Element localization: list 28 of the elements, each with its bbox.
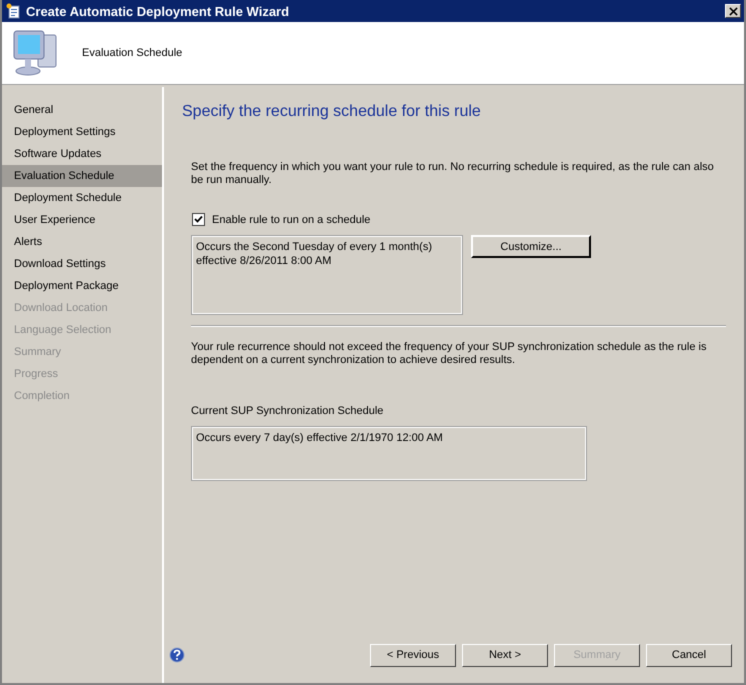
checkbox[interactable] [192, 213, 205, 226]
sup-schedule-text: Occurs every 7 day(s) effective 2/1/1970 12:00 AM [196, 432, 443, 444]
sidebar-item[interactable]: Software Updates [2, 143, 162, 165]
sup-label: Current SUP Synchronization Schedule [191, 405, 384, 417]
wizard-icon [6, 3, 22, 19]
sidebar-item[interactable]: User Experience [2, 209, 162, 231]
sidebar-item[interactable]: Evaluation Schedule [2, 165, 162, 187]
close-icon [728, 6, 738, 16]
sidebar-item[interactable]: General [2, 99, 162, 121]
wizard-button[interactable]: < Previous [370, 644, 456, 666]
sidebar-item[interactable]: Deployment Package [2, 275, 162, 297]
page-title: Evaluation Schedule [82, 47, 182, 59]
description-text: Set the frequency in which you want your rule to run. No recurring schedule is required, as the rule can also be run manually. [191, 161, 715, 187]
page-heading: Specify the recurring schedule for this rule [182, 103, 482, 121]
schedule-text: effective 8/26/2011 8:00 AM [196, 254, 332, 268]
wizard-button[interactable]: Next > [462, 644, 548, 666]
schedule-text: Occurs the Second Tuesday of every 1 month(s) [196, 240, 434, 254]
wizard-button[interactable]: Cancel [646, 644, 732, 666]
sidebar-item[interactable]: Deployment Settings [2, 121, 162, 143]
close-button[interactable] [725, 4, 741, 18]
sidebar-item[interactable]: Deployment Schedule [2, 187, 162, 209]
help-icon[interactable] [169, 647, 185, 663]
checkbox-label[interactable]: Enable rule to run on a schedule [212, 214, 370, 226]
window-title: Create Automatic Deployment Rule Wizard [26, 4, 290, 18]
customize-button[interactable]: Customize... [471, 235, 591, 258]
note-text: Your rule recurrence should not exceed the frequency of your SUP synchronization schedule as the rule is dependent on a current synchronization to achieve desired results. [191, 341, 708, 367]
sidebar-item[interactable]: Download Settings [2, 253, 162, 275]
sidebar-item[interactable]: Alerts [2, 231, 162, 253]
